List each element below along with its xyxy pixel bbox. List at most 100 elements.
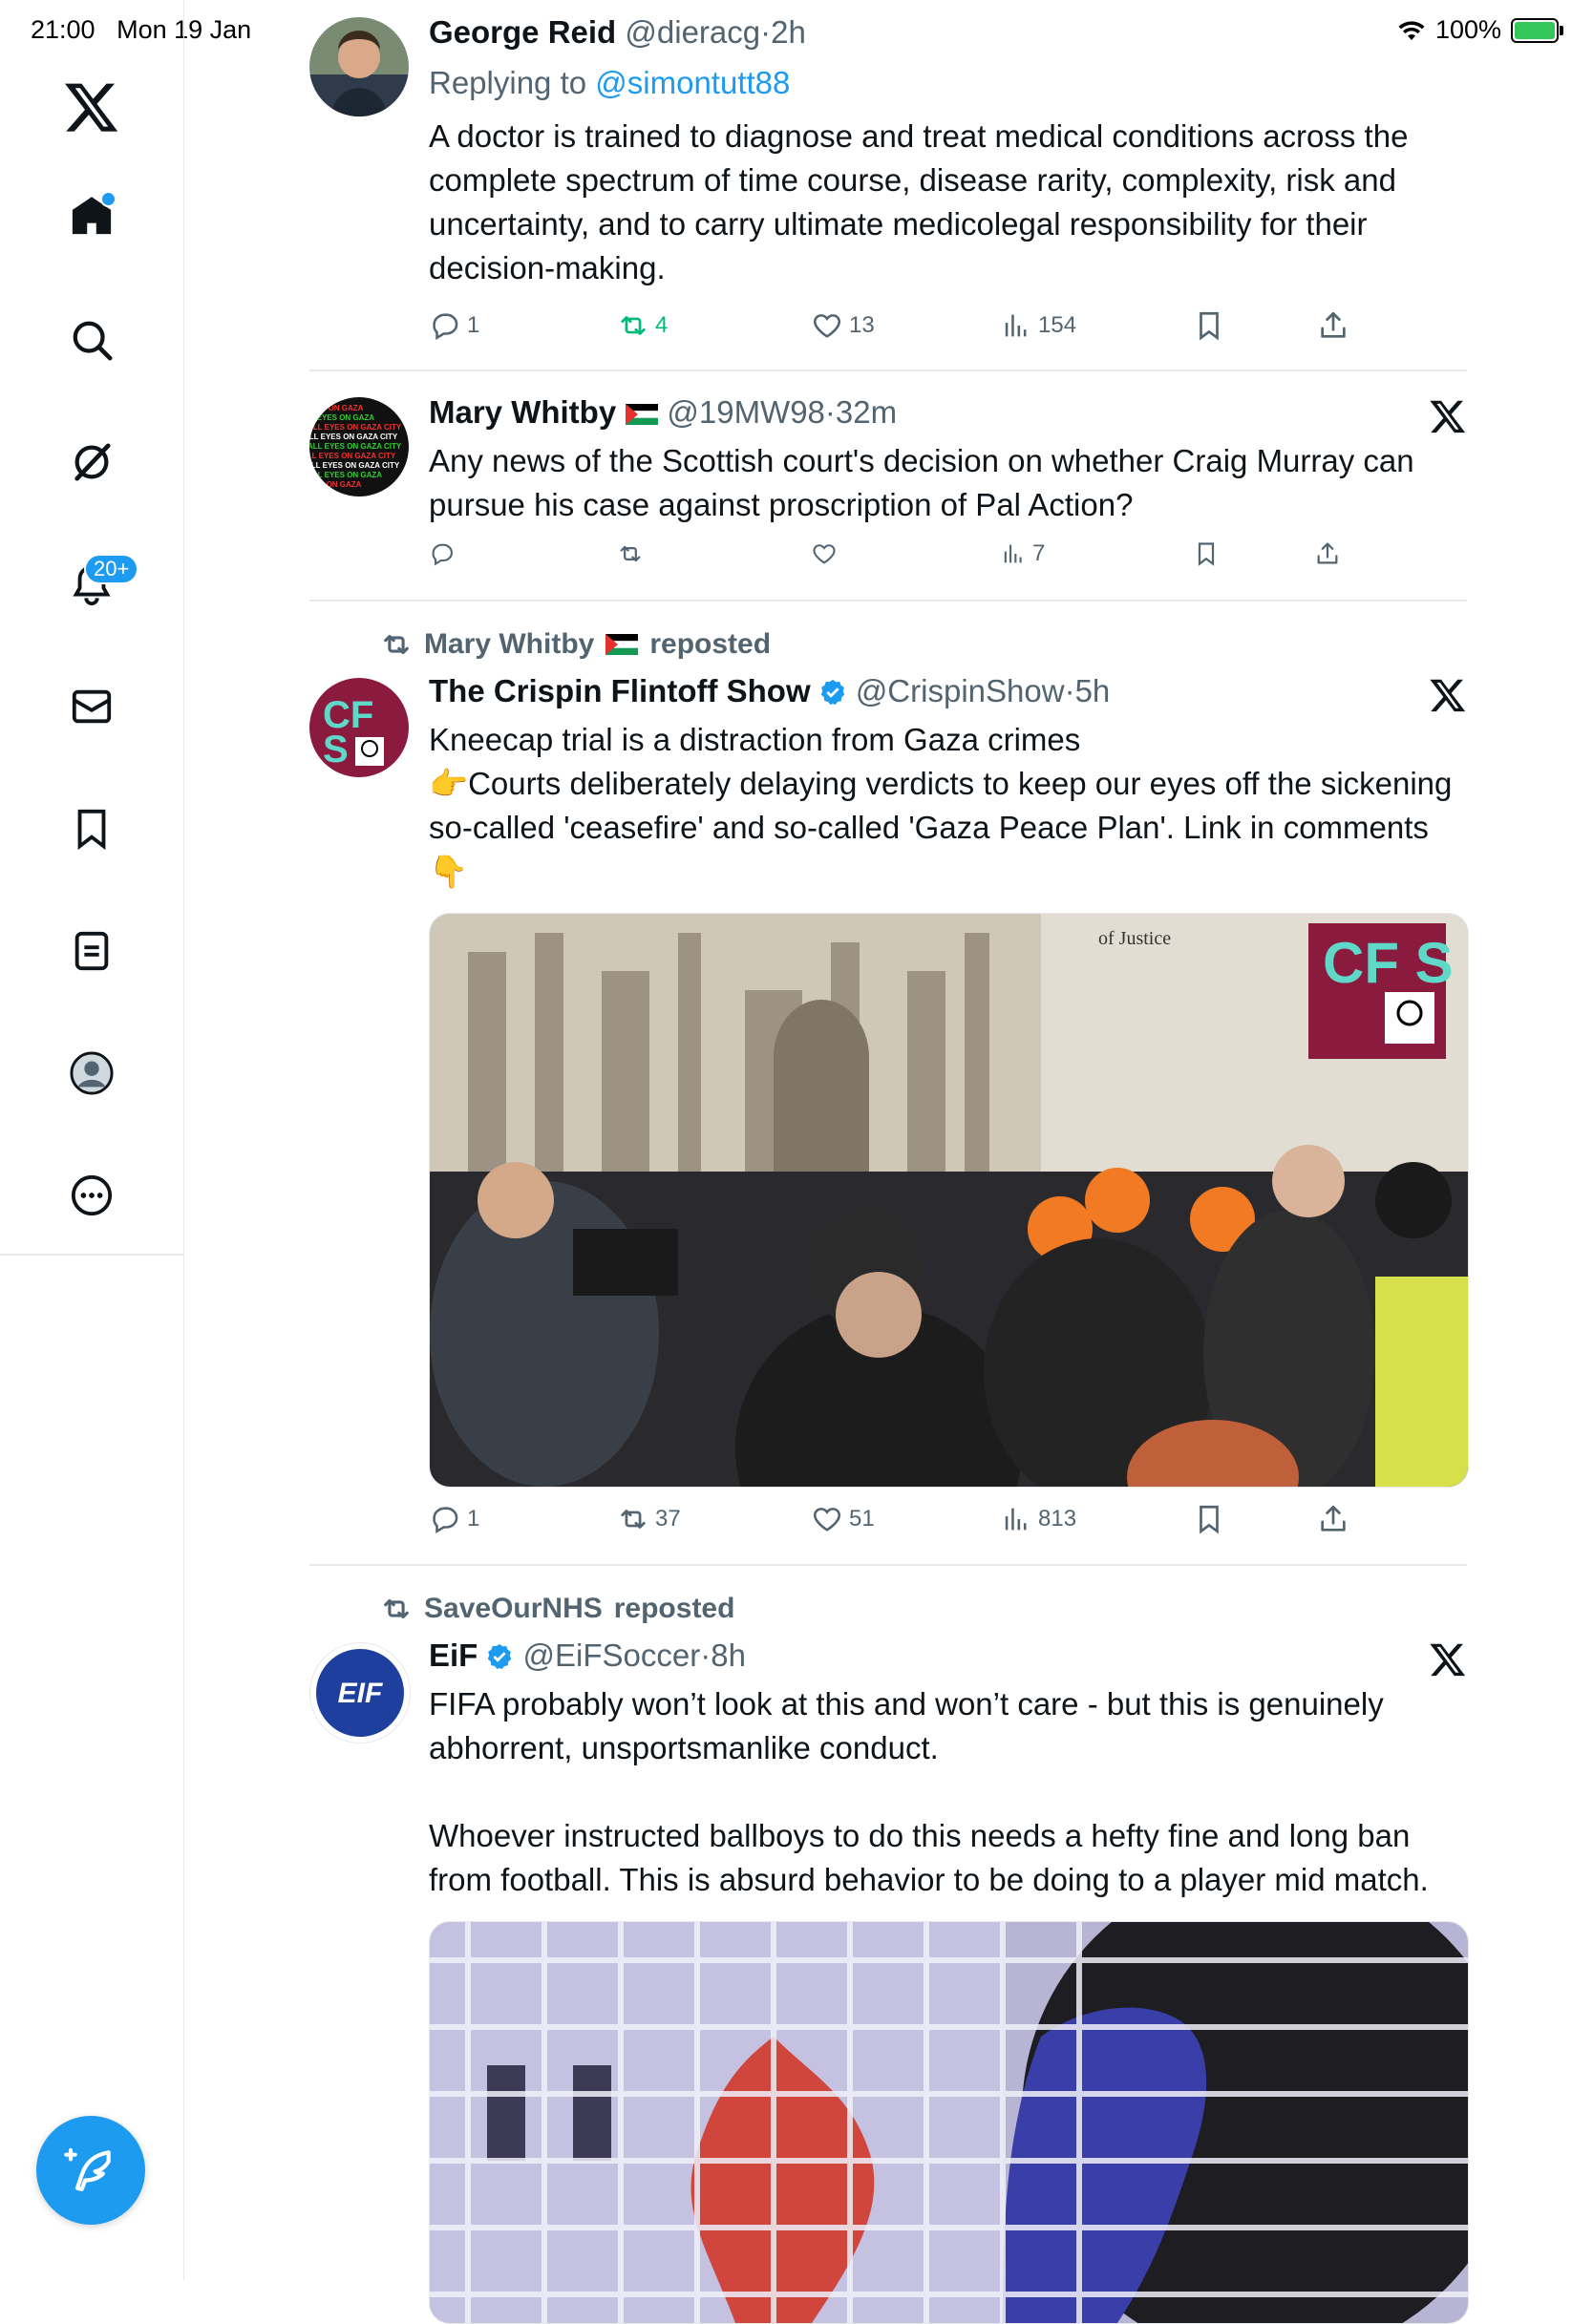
tweet-time[interactable]: 2h [771,14,806,50]
tweet-header: EiF @EiFSoccer·8h [429,1637,746,1673]
repost-icon [384,634,409,655]
analytics-icon [1005,314,1027,337]
tweet-text: FIFA probably won’t look at this and won… [429,1686,1429,1897]
repost-button[interactable]: 37 [617,1503,681,1535]
svg-text:EYES ON GAZA: EYES ON GAZA [309,480,362,489]
author-handle[interactable]: @CrispinShow [856,673,1065,708]
x-source-icon [1430,1643,1466,1677]
views-button[interactable]: 154 [1000,309,1076,342]
svg-text:ALL EYES ON GAZA: ALL EYES ON GAZA [309,471,382,479]
svg-text:ALL EYES ON GAZA CITY: ALL EYES ON GAZA CITY [309,423,402,432]
bookmark-icon [1200,311,1219,341]
repost-icon [621,316,646,335]
compose-post-button[interactable] [36,2116,145,2225]
like-button[interactable]: 13 [811,309,875,342]
x-logo-icon[interactable] [63,78,120,136]
home-unread-dot [100,191,117,207]
tweet-media-image[interactable]: of Justice CF S [429,913,1469,1488]
tweet-actions: 1 4 13 154 [429,309,1346,351]
like-button[interactable] [811,540,843,567]
tweet-header: George Reid @dieracg·2h [429,14,806,50]
nav-profile-avatar[interactable] [63,1045,120,1102]
notifications-badge: 20+ [84,554,139,584]
tweet-time[interactable]: 32m [836,394,897,430]
tweet-divider [309,1564,1467,1566]
verified-badge-icon [488,1643,512,1670]
tweet-text: Kneecap trial is a distraction from Gaza… [429,722,1453,889]
analytics-icon [1005,1508,1027,1531]
analytics-icon [1004,544,1022,563]
bookmark-button[interactable] [1193,309,1225,342]
tweet-media-video[interactable] [429,1921,1469,2324]
nav-grok-icon[interactable] [63,433,120,491]
avatar[interactable]: EYES ON GAZAALL EYES ON GAZAALL EYES ON … [309,397,409,496]
repost-context[interactable]: SaveOurNHS reposted [380,1593,734,1625]
share-icon [1321,1505,1346,1532]
author-name[interactable]: Mary Whitby [429,394,616,430]
repost-button[interactable] [617,540,649,567]
palestine-flag-icon [626,404,659,425]
reposted-by-name[interactable]: Mary Whitby [424,628,594,661]
share-button[interactable] [1314,540,1341,567]
sidebar: 20+ [0,0,184,2280]
nav-lists-icon[interactable] [63,922,120,980]
like-button[interactable]: 51 [811,1503,875,1535]
heart-icon [813,314,841,338]
bookmark-button[interactable] [1193,540,1220,567]
author-name[interactable]: George Reid [429,14,616,50]
svg-text:ALL EYES ON GAZA: ALL EYES ON GAZA [309,413,374,422]
nav-search-icon[interactable] [63,311,120,369]
heart-icon [813,1508,841,1532]
repost-button[interactable]: 4 [617,309,668,342]
bookmark-button[interactable] [1193,1503,1225,1535]
avatar[interactable] [309,17,409,116]
sidebar-separator [0,1254,183,1256]
x-source-icon [1430,400,1466,433]
media-sign-text: of Justice [1098,928,1171,949]
reposted-by-name[interactable]: SaveOurNHS [424,1593,603,1625]
avatar[interactable]: CF S [309,678,409,777]
repost-icon [621,1510,646,1529]
share-button[interactable] [1317,1503,1349,1535]
nav-home-icon[interactable] [63,187,120,244]
compose-feather-icon [64,2147,111,2191]
tweet-header: Mary Whitby @19MW98·32m [429,394,898,430]
avatar[interactable]: EIF [309,1642,411,1743]
svg-text:ALL EYES ON GAZA CITY: ALL EYES ON GAZA CITY [309,433,398,441]
reply-button[interactable]: 1 [429,309,479,342]
avatar-text: EIF [338,1678,383,1709]
share-button[interactable] [1317,309,1349,342]
tweet-divider [309,600,1467,602]
tweet-text: Any news of the Scottish court's decisio… [429,443,1423,522]
nav-more-icon[interactable] [63,1167,120,1224]
nav-messages-icon[interactable] [63,678,120,735]
reply-button[interactable]: 1 [429,1503,479,1535]
battery-icon [1511,17,1563,43]
tweet-time[interactable]: 5h [1075,673,1111,708]
views-button[interactable]: 813 [1000,1503,1076,1535]
author-handle[interactable]: @EiFSoccer [523,1637,701,1673]
author-name[interactable]: The Crispin Flintoff Show [429,673,811,708]
repost-context[interactable]: Mary Whitby reposted [380,628,771,661]
author-handle[interactable]: @dieracg [625,14,760,50]
replying-to: Replying to @simontutt88 [429,65,791,100]
tweet-actions: 1 37 51 813 [429,1503,1346,1545]
tweet-time[interactable]: 8h [711,1637,746,1673]
author-name[interactable]: EiF [429,1637,478,1673]
tweet-text: A doctor is trained to diagnose and trea… [429,118,1417,285]
tweet-actions: 7 [429,540,1346,582]
svg-text:EYES ON GAZA: EYES ON GAZA [309,404,364,412]
author-handle[interactable]: @19MW98 [667,394,825,430]
x-source-icon [1430,679,1466,712]
tweet-header: The Crispin Flintoff Show @CrispinShow·5… [429,673,1111,708]
palestine-flag-icon [605,634,639,655]
views-button[interactable]: 7 [1000,540,1045,567]
svg-text:S: S [323,729,349,771]
reply-to-link[interactable]: @simontutt88 [595,65,790,100]
nav-bookmarks-icon[interactable] [63,800,120,857]
reply-icon [432,543,453,566]
share-icon [1321,311,1346,338]
tweet-divider [309,370,1467,371]
bookmark-icon [1200,1505,1219,1534]
reply-button[interactable] [429,540,461,567]
